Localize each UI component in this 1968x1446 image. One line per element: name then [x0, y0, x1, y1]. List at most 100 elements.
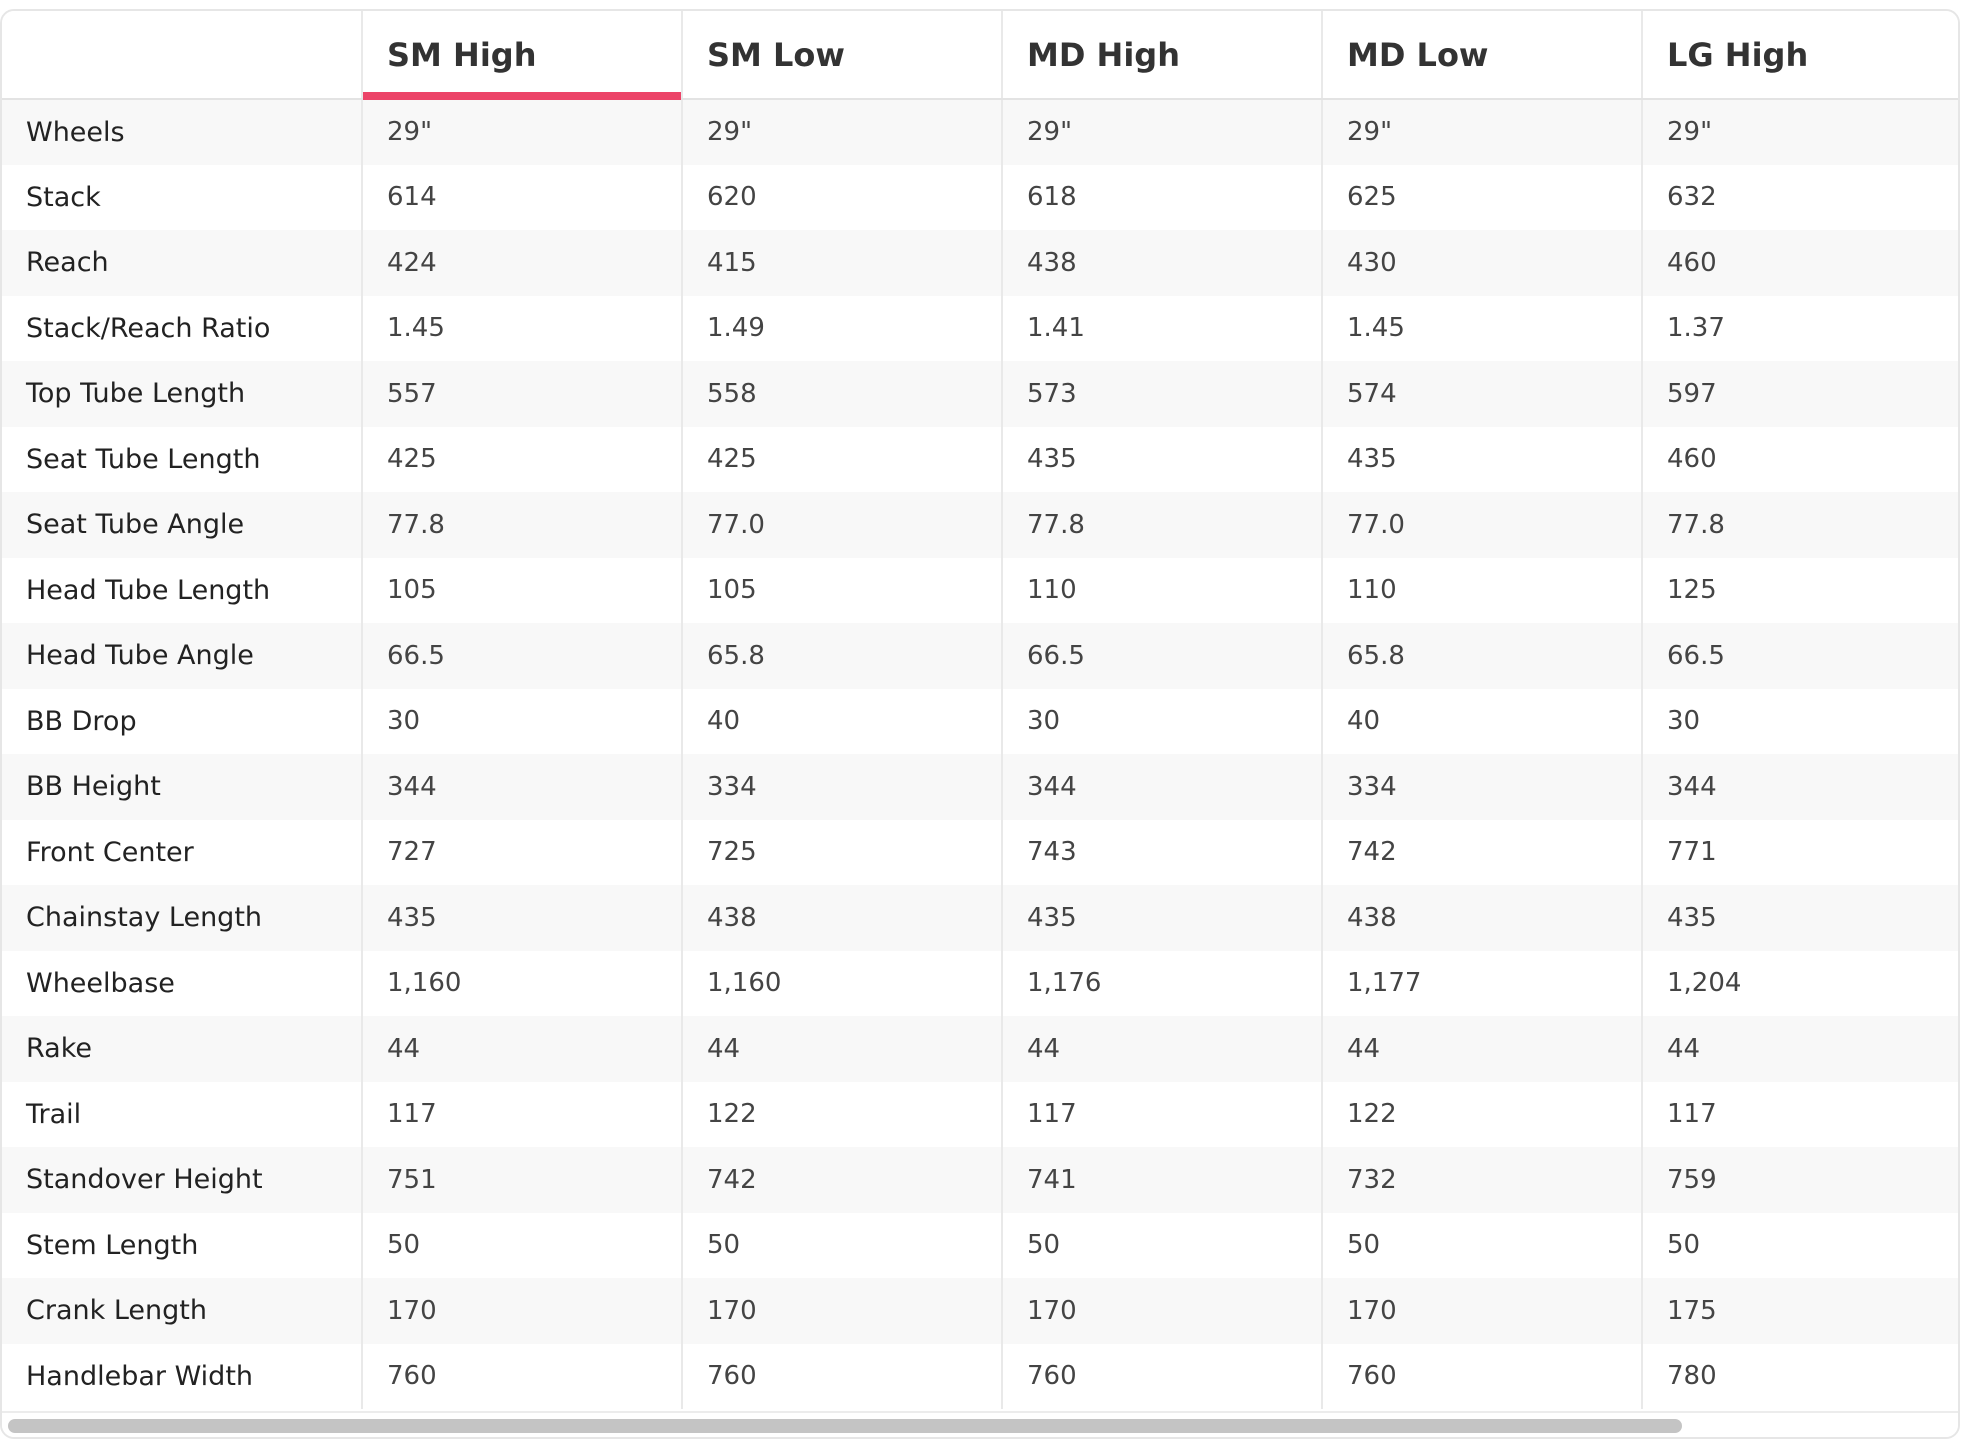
column-header-md-high[interactable]: MD High — [1001, 11, 1322, 100]
table-cell: 117 — [1641, 1081, 1958, 1147]
table-cell: 105 — [361, 557, 682, 623]
table-cell: 105 — [681, 557, 1002, 623]
table-cell: 760 — [681, 1343, 1002, 1409]
table-cell: 117 — [361, 1081, 682, 1147]
table-cell: 170 — [681, 1278, 1002, 1344]
column-header-lg-high[interactable]: LG High — [1641, 11, 1958, 100]
table-row: Handlebar Width 760 760 760 760 780 — [2, 1343, 1958, 1409]
row-label: Wheels — [2, 99, 362, 165]
table-cell: 40 — [681, 688, 1002, 754]
table-cell: 44 — [1641, 1016, 1958, 1082]
table-cell: 170 — [361, 1278, 682, 1344]
table-cell: 77.0 — [681, 492, 1002, 558]
table-cell: 334 — [681, 754, 1002, 820]
table-cell: 430 — [1321, 230, 1642, 296]
table-row: Head Tube Length 105 105 110 110 125 — [2, 557, 1958, 623]
scrollbar-thumb[interactable] — [8, 1419, 1682, 1433]
table-row: Reach 424 415 438 430 460 — [2, 230, 1958, 296]
table-cell: 1.37 — [1641, 295, 1958, 361]
table-cell: 620 — [681, 164, 1002, 230]
table-cell: 30 — [1641, 688, 1958, 754]
table-cell: 44 — [361, 1016, 682, 1082]
table-cell: 435 — [361, 885, 682, 951]
table-cell: 29" — [681, 99, 1002, 165]
row-label: Chainstay Length — [2, 885, 362, 951]
table-cell: 344 — [1641, 754, 1958, 820]
table-row: Stack/Reach Ratio 1.45 1.49 1.41 1.45 1.37 — [2, 295, 1958, 361]
table-cell: 780 — [1641, 1343, 1958, 1409]
table-cell: 618 — [1001, 164, 1322, 230]
table-cell: 438 — [681, 885, 1002, 951]
table-cell: 727 — [361, 819, 682, 885]
table-cell: 1,160 — [681, 950, 1002, 1016]
table-cell: 66.5 — [1641, 623, 1958, 689]
table-row: BB Height 344 334 344 334 344 — [2, 754, 1958, 820]
table-cell: 460 — [1641, 426, 1958, 492]
column-header-md-low[interactable]: MD Low — [1321, 11, 1642, 100]
table-row: Rake 44 44 44 44 44 — [2, 1016, 1958, 1082]
table-cell: 344 — [1001, 754, 1322, 820]
table-cell: 175 — [1641, 1278, 1958, 1344]
table-cell: 125 — [1641, 557, 1958, 623]
table-cell: 759 — [1641, 1147, 1958, 1213]
table-cell: 50 — [361, 1212, 682, 1278]
table-cell: 573 — [1001, 361, 1322, 427]
table-cell: 29" — [361, 99, 682, 165]
column-header-sm-low[interactable]: SM Low — [681, 11, 1002, 100]
table-cell: 1.45 — [1321, 295, 1642, 361]
row-label: Wheelbase — [2, 950, 362, 1016]
table-cell: 760 — [1321, 1343, 1642, 1409]
table-cell: 50 — [1321, 1212, 1642, 1278]
table-row: Stem Length 50 50 50 50 50 — [2, 1212, 1958, 1278]
header-corner — [2, 11, 362, 100]
table-cell: 50 — [681, 1212, 1002, 1278]
table-row: Standover Height 751 742 741 732 759 — [2, 1147, 1958, 1213]
row-label: Seat Tube Angle — [2, 492, 362, 558]
horizontal-scrollbar[interactable] — [2, 1411, 1958, 1437]
geometry-table: SM High SM Low MD High MD Low LG High Wh… — [2, 11, 1958, 1409]
table-cell: 1,177 — [1321, 950, 1642, 1016]
table-cell: 732 — [1321, 1147, 1642, 1213]
table-cell: 760 — [1001, 1343, 1322, 1409]
table-cell: 44 — [1001, 1016, 1322, 1082]
table-cell: 614 — [361, 164, 682, 230]
table-cell: 435 — [1321, 426, 1642, 492]
table-cell: 438 — [1001, 230, 1322, 296]
table-row: Stack 614 620 618 625 632 — [2, 164, 1958, 230]
row-label: Rake — [2, 1016, 362, 1082]
table-cell: 30 — [361, 688, 682, 754]
row-label: Crank Length — [2, 1278, 362, 1344]
table-cell: 122 — [681, 1081, 1002, 1147]
table-cell: 1,204 — [1641, 950, 1958, 1016]
table-cell: 1.45 — [361, 295, 682, 361]
table-cell: 122 — [1321, 1081, 1642, 1147]
row-label: Standover Height — [2, 1147, 362, 1213]
table-cell: 117 — [1001, 1081, 1322, 1147]
table-cell: 771 — [1641, 819, 1958, 885]
table-cell: 557 — [361, 361, 682, 427]
table-cell: 742 — [1321, 819, 1642, 885]
table-cell: 1.41 — [1001, 295, 1322, 361]
column-header-sm-high[interactable]: SM High — [361, 11, 682, 100]
row-label: Stack/Reach Ratio — [2, 295, 362, 361]
table-cell: 29" — [1001, 99, 1322, 165]
table-cell: 743 — [1001, 819, 1322, 885]
row-label: BB Drop — [2, 688, 362, 754]
table-cell: 77.0 — [1321, 492, 1642, 558]
table-cell: 597 — [1641, 361, 1958, 427]
row-label: Front Center — [2, 819, 362, 885]
table-cell: 741 — [1001, 1147, 1322, 1213]
table-cell: 1,176 — [1001, 950, 1322, 1016]
table-cell: 435 — [1001, 426, 1322, 492]
table-cell: 30 — [1001, 688, 1322, 754]
table-cell: 29" — [1321, 99, 1642, 165]
table-cell: 632 — [1641, 164, 1958, 230]
table-row: Head Tube Angle 66.5 65.8 66.5 65.8 66.5 — [2, 623, 1958, 689]
row-label: Stem Length — [2, 1212, 362, 1278]
table-row: Crank Length 170 170 170 170 175 — [2, 1278, 1958, 1344]
row-label: Reach — [2, 230, 362, 296]
row-label: Head Tube Angle — [2, 623, 362, 689]
table-cell: 344 — [361, 754, 682, 820]
row-label: Seat Tube Length — [2, 426, 362, 492]
table-cell: 110 — [1001, 557, 1322, 623]
